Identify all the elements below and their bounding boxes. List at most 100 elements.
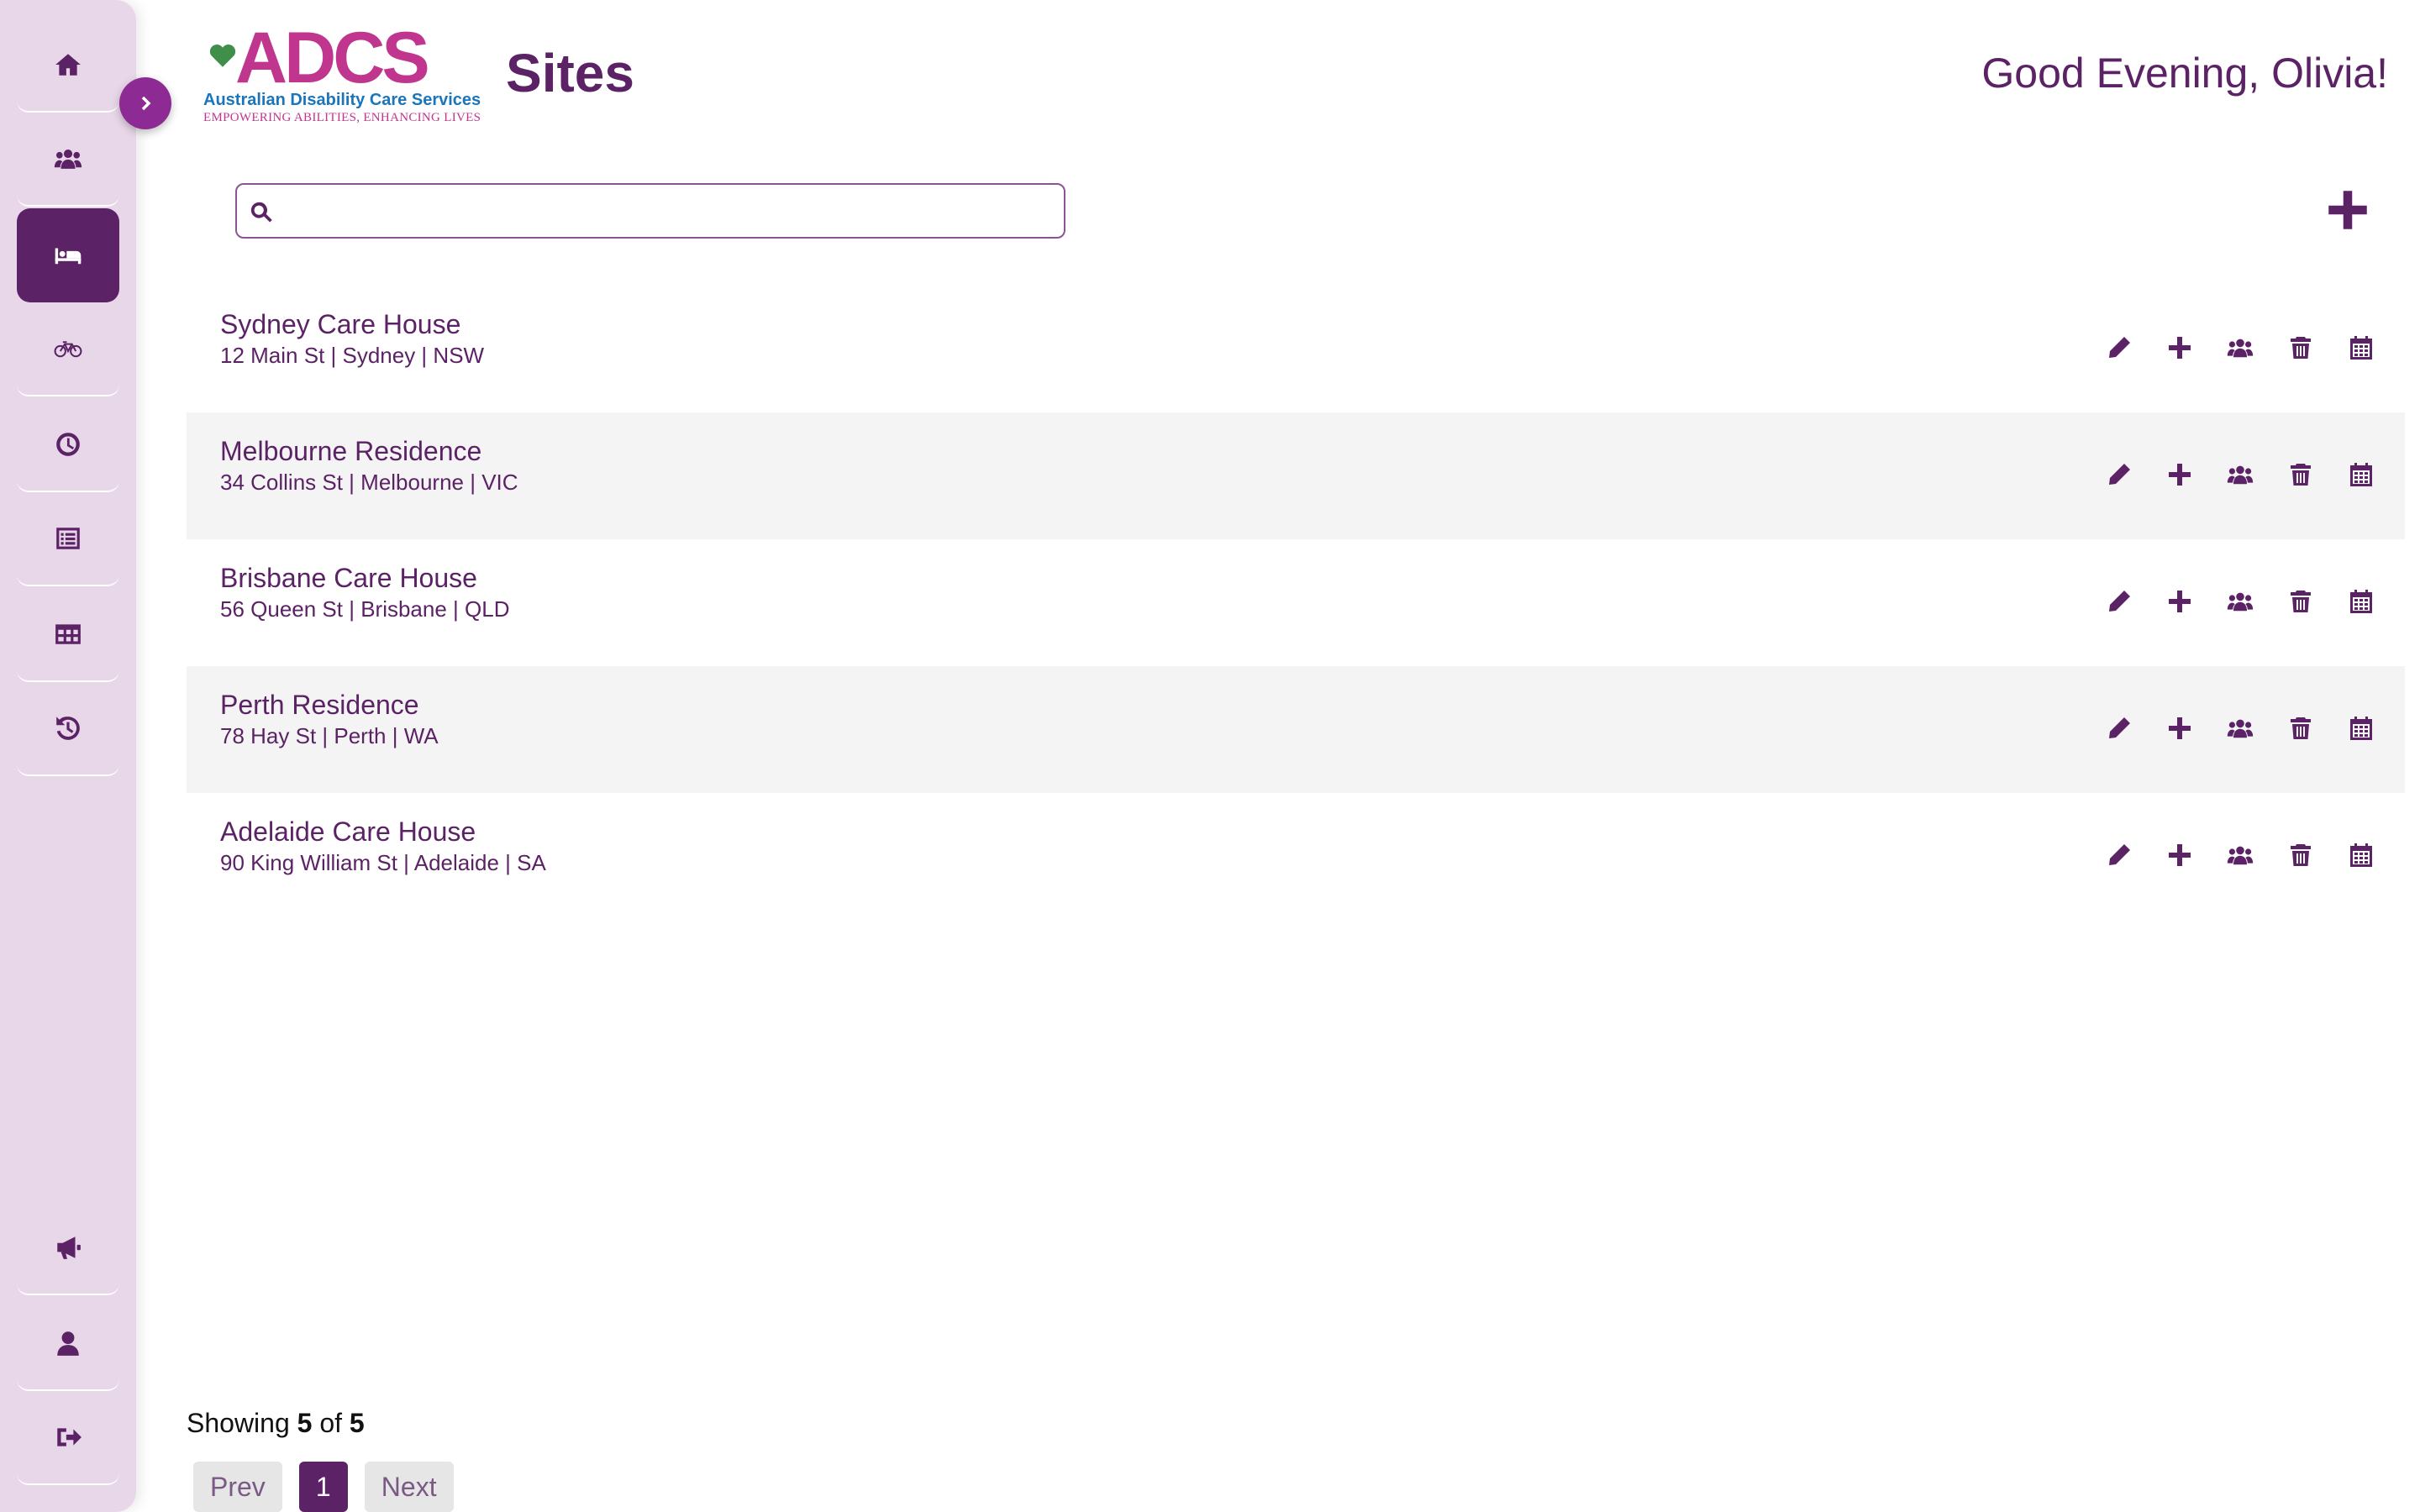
site-participants-button[interactable] [2210,318,2270,378]
plus-icon [2166,715,2193,742]
users-icon [2227,842,2254,869]
site-name: Sydney Care House [220,309,461,339]
site-address: 78 Hay St | Perth | WA [220,723,439,748]
site-calendar-button[interactable] [2331,318,2391,378]
add-to-site-button[interactable] [2149,698,2210,759]
users-icon [2227,588,2254,615]
edit-site-button[interactable] [2089,444,2149,505]
site-row: Sydney Care House 12 Main St | Sydney | … [187,286,2405,412]
row-actions [2089,698,2391,759]
nav-home[interactable] [17,18,119,113]
nav-reports[interactable] [17,492,119,586]
plus-icon [2324,186,2371,234]
prev-page-button[interactable]: Prev [193,1462,282,1512]
search-input[interactable] [284,192,1049,230]
site-address: 56 Queen St | Brisbane | QLD [220,596,510,622]
pencil-icon [2106,461,2133,488]
page-1-button[interactable]: 1 [298,1462,348,1512]
user-icon [54,1329,82,1357]
site-row: Adelaide Care House 90 King William St |… [187,793,2405,920]
site-calendar-button[interactable] [2331,825,2391,885]
site-participants-button[interactable] [2210,571,2270,632]
delete-site-button[interactable] [2270,825,2331,885]
pencil-icon [2106,588,2133,615]
row-actions [2089,571,2391,632]
site-name: Perth Residence [220,690,419,720]
sign-out-icon [54,1423,82,1452]
site-row: Perth Residence 78 Hay St | Perth | WA [187,666,2405,793]
next-page-button[interactable]: Next [364,1462,454,1512]
edit-site-button[interactable] [2089,825,2149,885]
adcs-logo[interactable]: ADCS Australian Disability Care Services… [198,22,481,131]
nav-participants[interactable] [17,113,119,207]
site-name: Adelaide Care House [220,816,476,847]
site-address: 90 King William St | Adelaide | SA [220,850,546,875]
site-address: 12 Main St | Sydney | NSW [220,343,485,368]
site-row: Melbourne Residence 34 Collins St | Melb… [187,412,2405,539]
edit-site-button[interactable] [2089,318,2149,378]
trash-icon [2287,334,2314,361]
sidebar-expand-button[interactable] [119,77,171,129]
site-calendar-button[interactable] [2331,571,2391,632]
add-to-site-button[interactable] [2149,318,2210,378]
delete-site-button[interactable] [2270,571,2331,632]
row-actions [2089,444,2391,505]
sidebar [0,0,136,1512]
site-row: Brisbane Care House 56 Queen St | Brisba… [187,539,2405,666]
of-label: of [319,1408,343,1438]
bed-icon [54,241,82,270]
site-participants-button[interactable] [2210,698,2270,759]
calendar-icon [2348,842,2375,869]
delete-site-button[interactable] [2270,444,2331,505]
page-title: Sites [506,43,634,103]
trash-icon [2287,715,2314,742]
bicycle-icon [54,334,82,363]
results-count: Showing 5 of 5 [187,1408,365,1439]
delete-site-button[interactable] [2270,698,2331,759]
users-icon [2227,461,2254,488]
plus-icon [2166,461,2193,488]
showing-count: 5 [297,1408,313,1438]
plus-icon [2166,842,2193,869]
pencil-icon [2106,715,2133,742]
pencil-icon [2106,334,2133,361]
nav-timesheets[interactable] [17,398,119,492]
row-actions [2089,318,2391,378]
showing-label: Showing [187,1408,290,1438]
add-site-button[interactable] [2324,186,2371,234]
row-actions [2089,825,2391,885]
add-to-site-button[interactable] [2149,825,2210,885]
site-calendar-button[interactable] [2331,444,2391,505]
nav-activities[interactable] [17,302,119,396]
users-icon [2227,334,2254,361]
search-box [235,183,1065,239]
add-to-site-button[interactable] [2149,571,2210,632]
calendar-icon [2348,334,2375,361]
nav-sites[interactable] [17,208,119,302]
list-alt-icon [54,524,82,553]
nav-profile[interactable] [17,1297,119,1391]
home-icon [54,50,82,79]
logo-tagline: EMPOWERING ABILITIES, ENHANCING LIVES [203,111,481,124]
nav-logout[interactable] [17,1391,119,1485]
add-to-site-button[interactable] [2149,444,2210,505]
megaphone-icon [54,1233,82,1262]
search-icon [249,200,274,225]
delete-site-button[interactable] [2270,318,2331,378]
site-calendar-button[interactable] [2331,698,2391,759]
site-name: Melbourne Residence [220,436,482,466]
calendar-icon [2348,461,2375,488]
nav-announcements[interactable] [17,1201,119,1295]
edit-site-button[interactable] [2089,698,2149,759]
trash-icon [2287,842,2314,869]
trash-icon [2287,461,2314,488]
users-icon [54,144,82,173]
edit-site-button[interactable] [2089,571,2149,632]
nav-history[interactable] [17,682,119,776]
site-participants-button[interactable] [2210,444,2270,505]
nav-tables[interactable] [17,588,119,682]
site-participants-button[interactable] [2210,825,2270,885]
site-address: 34 Collins St | Melbourne | VIC [220,470,518,495]
pencil-icon [2106,842,2133,869]
history-icon [54,714,82,743]
